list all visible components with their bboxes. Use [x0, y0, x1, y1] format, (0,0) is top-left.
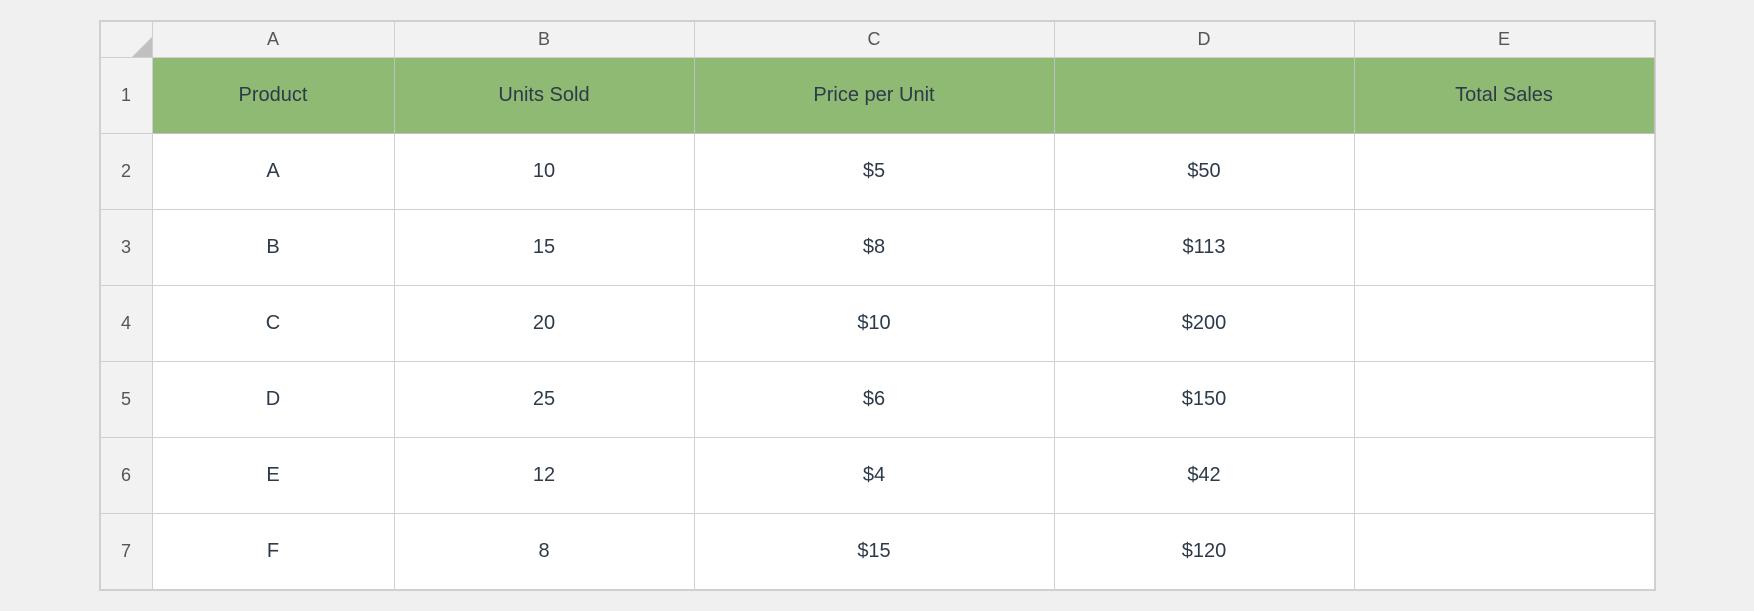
data-cell-r7-c5[interactable] [1354, 514, 1654, 590]
col-header-e: E [1354, 22, 1654, 58]
data-cell-r6-c1[interactable]: E [152, 438, 394, 514]
table-row: 2A10$5$50 [100, 134, 1654, 210]
corner-cell [100, 22, 152, 58]
data-cell-r7-c3[interactable]: $15 [694, 514, 1054, 590]
header-cell-d-empty[interactable] [1054, 58, 1354, 134]
row-num-4: 4 [100, 286, 152, 362]
header-cell-units-sold[interactable]: Units Sold [394, 58, 694, 134]
data-cell-r2-c5[interactable] [1354, 134, 1654, 210]
data-cell-r4-c3[interactable]: $10 [694, 286, 1054, 362]
col-header-c: C [694, 22, 1054, 58]
column-header-row: A B C D E [100, 22, 1654, 58]
data-cell-r7-c4[interactable]: $120 [1054, 514, 1354, 590]
header-cell-price-per-unit[interactable]: Price per Unit [694, 58, 1054, 134]
data-cell-r7-c1[interactable]: F [152, 514, 394, 590]
data-cell-r2-c3[interactable]: $5 [694, 134, 1054, 210]
data-cell-r3-c1[interactable]: B [152, 210, 394, 286]
table-row: 3B15$8$113 [100, 210, 1654, 286]
row-num-1: 1 [100, 58, 152, 134]
data-cell-r5-c2[interactable]: 25 [394, 362, 694, 438]
table-row: 7F8$15$120 [100, 514, 1654, 590]
data-cell-r4-c1[interactable]: C [152, 286, 394, 362]
row-num-5: 5 [100, 362, 152, 438]
data-cell-r5-c3[interactable]: $6 [694, 362, 1054, 438]
row-num-3: 3 [100, 210, 152, 286]
data-cell-r4-c4[interactable]: $200 [1054, 286, 1354, 362]
row-num-2: 2 [100, 134, 152, 210]
col-header-a: A [152, 22, 394, 58]
data-header-row: 1 Product Units Sold Price per Unit Tota… [100, 58, 1654, 134]
data-cell-r4-c5[interactable] [1354, 286, 1654, 362]
data-cell-r7-c2[interactable]: 8 [394, 514, 694, 590]
data-cell-r3-c4[interactable]: $113 [1054, 210, 1354, 286]
col-header-d: D [1054, 22, 1354, 58]
data-cell-r4-c2[interactable]: 20 [394, 286, 694, 362]
data-cell-r5-c4[interactable]: $150 [1054, 362, 1354, 438]
data-cell-r6-c4[interactable]: $42 [1054, 438, 1354, 514]
data-cell-r5-c5[interactable] [1354, 362, 1654, 438]
data-cell-r6-c2[interactable]: 12 [394, 438, 694, 514]
data-cell-r6-c5[interactable] [1354, 438, 1654, 514]
data-cell-r6-c3[interactable]: $4 [694, 438, 1054, 514]
col-header-b: B [394, 22, 694, 58]
table-row: 6E12$4$42 [100, 438, 1654, 514]
table-row: 5D25$6$150 [100, 362, 1654, 438]
table-row: 4C20$10$200 [100, 286, 1654, 362]
spreadsheet: A B C D E 1 Product Units Sold Price per… [99, 20, 1656, 591]
data-cell-r3-c2[interactable]: 15 [394, 210, 694, 286]
data-cell-r2-c2[interactable]: 10 [394, 134, 694, 210]
data-cell-r3-c5[interactable] [1354, 210, 1654, 286]
data-cell-r3-c3[interactable]: $8 [694, 210, 1054, 286]
data-cell-r2-c1[interactable]: A [152, 134, 394, 210]
row-num-6: 6 [100, 438, 152, 514]
header-cell-total-sales[interactable]: Total Sales [1354, 58, 1654, 134]
row-num-7: 7 [100, 514, 152, 590]
data-cell-r2-c4[interactable]: $50 [1054, 134, 1354, 210]
data-cell-r5-c1[interactable]: D [152, 362, 394, 438]
header-cell-product[interactable]: Product [152, 58, 394, 134]
